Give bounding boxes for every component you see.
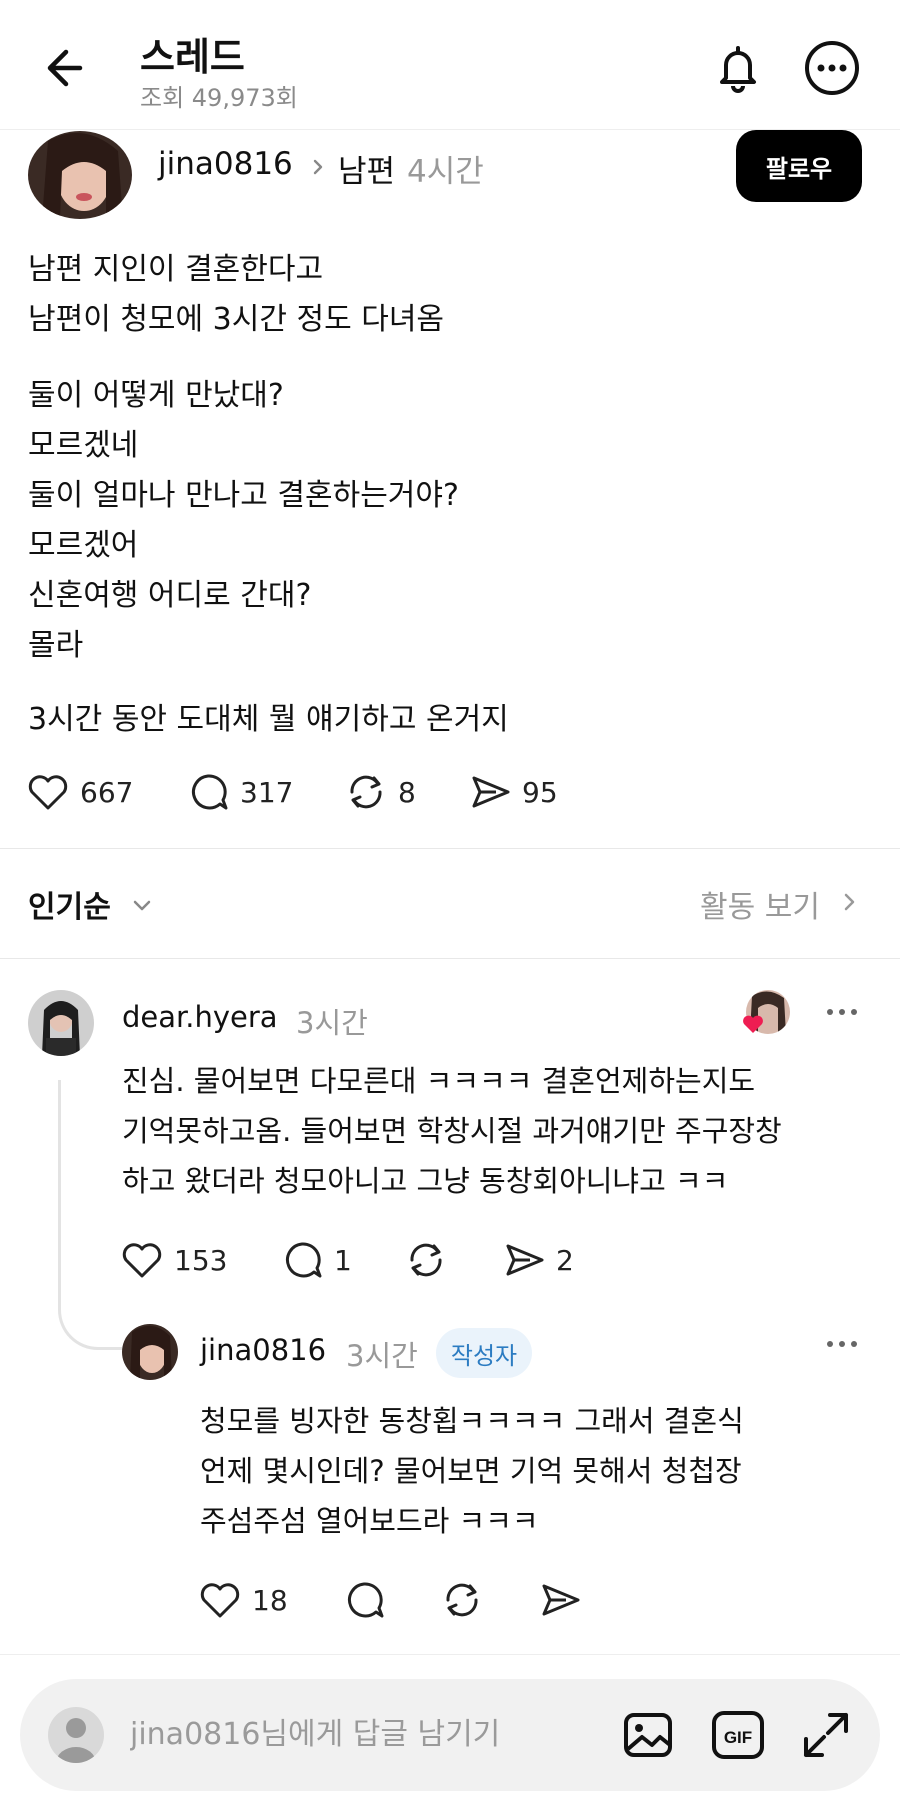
sort-dropdown[interactable]: 인기순 — [28, 882, 111, 926]
post-text-line: 둘이 어떻게 만났대? — [28, 378, 284, 413]
follow-button[interactable]: 팔로우 — [736, 130, 862, 202]
comment-share-button[interactable]: 2 — [502, 1238, 574, 1282]
comment-text-line: 하고 왔더라 청모아니고 그냥 동창회아니냐고 ㅋㅋ — [122, 1164, 729, 1198]
chevron-right-icon — [308, 157, 328, 177]
comment-bubble-icon — [286, 1242, 322, 1278]
top-bar: 스레드 조회 49,973회 — [0, 0, 900, 130]
comment-like-count: 153 — [174, 1243, 228, 1277]
reply-like-count: 18 — [252, 1583, 288, 1617]
repost-icon — [446, 1583, 478, 1617]
heart-icon — [122, 1243, 162, 1278]
reply-more-icon[interactable] — [822, 1334, 862, 1354]
reply-share-button[interactable] — [538, 1578, 582, 1622]
reply-author-avatar[interactable] — [122, 1324, 178, 1380]
comment-time: 3시간 — [296, 1006, 368, 1040]
reply-input[interactable] — [130, 1709, 570, 1759]
heart-icon — [200, 1583, 240, 1618]
post-text-line: 3시간 동안 도대체 뭘 얘기하고 온거지 — [28, 702, 509, 737]
comment-repost-button[interactable] — [404, 1238, 448, 1282]
repost-count: 8 — [398, 775, 416, 809]
reply-text-line: 언제 몇시인데? 물어보면 기억 못해서 청첩장 — [200, 1454, 742, 1488]
reply-composer: GIF — [0, 1654, 900, 1817]
comment-share-count: 2 — [556, 1243, 574, 1277]
post-text-line: 남편이 청모에 3시간 정도 다녀옴 — [28, 302, 445, 337]
reply-like-button[interactable]: 18 — [198, 1578, 288, 1622]
author-avatar[interactable] — [28, 131, 132, 219]
send-icon — [542, 1584, 580, 1616]
post-time: 4시간 — [407, 154, 484, 190]
comment-reply-count: 1 — [334, 1243, 352, 1277]
comment-more-icon[interactable] — [822, 1002, 862, 1022]
send-icon — [506, 1244, 544, 1276]
post-text-line: 모르겠네 — [28, 428, 139, 463]
post-text-line: 몰라 — [28, 628, 84, 663]
divider — [0, 958, 900, 959]
share-button[interactable]: 95 — [468, 770, 558, 814]
user-avatar — [48, 1707, 104, 1763]
comment-reply-button[interactable]: 1 — [280, 1238, 352, 1282]
page-title: 스레드 — [140, 35, 245, 79]
comment-bubble-icon — [192, 774, 228, 810]
reply-input-container[interactable]: GIF — [20, 1679, 880, 1791]
chevron-down-icon[interactable] — [130, 893, 154, 917]
reply-text-line: 주섬주섬 열어보드라 ㅋㅋㅋ — [200, 1504, 539, 1538]
heart-icon — [28, 775, 68, 810]
reply-author-username[interactable]: jina0816 — [200, 1333, 326, 1367]
post-text-line: 신혼여행 어디로 간대? — [28, 578, 312, 613]
reply-comment-button[interactable] — [342, 1578, 386, 1622]
topic-tag[interactable]: 남편 — [338, 146, 395, 191]
share-count: 95 — [522, 775, 558, 809]
comment-button[interactable]: 317 — [186, 770, 293, 814]
post-text-line: 모르겠어 — [28, 528, 139, 563]
more-options-icon[interactable] — [802, 38, 862, 98]
view-count: 조회 49,973회 — [140, 84, 298, 112]
commenter-avatar[interactable] — [28, 990, 94, 1056]
send-icon — [472, 776, 510, 808]
reply-text-line: 청모를 빙자한 동창횝ㅋㅋㅋㅋ 그래서 결혼식 — [200, 1404, 744, 1438]
comment-text-line: 기억못하고옴. 들어보면 학창시절 과거얘기만 주구장창 — [122, 1114, 782, 1148]
repost-icon — [410, 1243, 442, 1277]
back-arrow-icon[interactable] — [40, 38, 100, 98]
expand-icon[interactable] — [798, 1707, 854, 1763]
like-count: 667 — [80, 775, 134, 809]
commenter-username[interactable]: dear.hyera — [122, 1000, 278, 1034]
view-activity-link[interactable]: 활동 보기 — [700, 882, 820, 926]
reply-repost-button[interactable] — [440, 1578, 484, 1622]
image-icon[interactable] — [620, 1707, 676, 1763]
reply-time: 3시간 — [346, 1339, 418, 1373]
bell-icon[interactable] — [708, 38, 768, 98]
comment-bubble-icon — [348, 1582, 384, 1618]
comment-like-button[interactable]: 153 — [120, 1238, 227, 1282]
gif-icon[interactable]: GIF — [710, 1707, 766, 1763]
author-username[interactable]: jina0816 — [158, 146, 293, 182]
comment-count: 317 — [240, 775, 294, 809]
post-text-line: 남편 지인이 결혼한다고 — [28, 252, 324, 287]
like-button[interactable]: 667 — [26, 770, 133, 814]
svg-text:GIF: GIF — [724, 1728, 752, 1747]
comment-text-line: 진심. 물어보면 다모른대 ㅋㅋㅋㅋ 결혼언제하는지도 — [122, 1064, 756, 1098]
heart-filled-icon — [742, 1014, 764, 1034]
thread-connector — [58, 1080, 122, 1350]
repost-icon — [350, 775, 382, 809]
divider — [0, 848, 900, 849]
repost-button[interactable]: 8 — [344, 770, 416, 814]
author-badge: 작성자 — [436, 1328, 532, 1378]
post-text-line: 둘이 얼마나 만나고 결혼하는거야? — [28, 478, 459, 513]
chevron-right-icon[interactable] — [838, 891, 860, 913]
